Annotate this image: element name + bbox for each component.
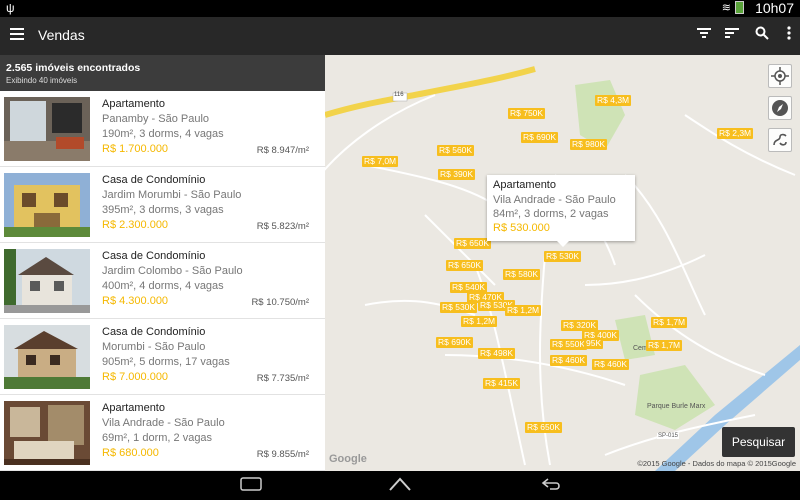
callout-type: Apartamento xyxy=(493,179,556,191)
listing-item[interactable]: Casa de Condomínio Jardim Colombo - São … xyxy=(0,243,325,319)
listing-photo xyxy=(4,249,90,313)
listing-price-per-m2: R$ 5.823/m² xyxy=(256,221,309,232)
listing-photo xyxy=(4,325,90,389)
listing-location: Morumbi - São Paulo xyxy=(102,341,206,353)
back-icon[interactable] xyxy=(240,477,262,496)
map-copyright: ©2015 Google - Dados do mapa © 2015Googl… xyxy=(637,459,796,468)
listing-photo xyxy=(4,173,90,237)
map-price-pin[interactable]: R$ 1,2M xyxy=(505,305,542,316)
compass-button[interactable] xyxy=(768,96,792,120)
draw-area-button[interactable] xyxy=(768,128,792,152)
listing-item[interactable]: Casa de Condomínio Jardim Morumbi - São … xyxy=(0,167,325,243)
map-price-pin[interactable]: R$ 750K xyxy=(508,108,546,119)
app-bar: Vendas xyxy=(0,17,800,55)
map-base xyxy=(325,66,800,471)
map-info-window[interactable]: Apartamento Vila Andrade - São Paulo 84m… xyxy=(487,175,635,247)
listing-type: Casa de Condomínio xyxy=(102,326,206,338)
menu-icon[interactable] xyxy=(10,28,24,40)
listing-price: R$ 7.000.000 xyxy=(102,371,169,383)
filter-icon[interactable] xyxy=(694,26,714,46)
callout-features: 84m², 3 dorms, 2 vagas xyxy=(493,208,609,220)
listing-features: 190m², 3 dorms, 4 vagas xyxy=(102,128,224,140)
map-price-pin[interactable]: R$ 7,0M xyxy=(362,156,399,167)
listing-location: Panamby - São Paulo xyxy=(102,113,210,125)
map-price-pin[interactable]: R$ 1,7M xyxy=(651,317,688,328)
map-price-pin[interactable]: R$ 550K xyxy=(550,339,588,350)
listing-type: Apartamento xyxy=(102,98,165,110)
map-label-highway: SP-015 xyxy=(657,433,680,439)
map-price-pin[interactable]: R$ 580K xyxy=(503,269,541,280)
listing-panel: 2.565 imóveis encontrados Exibindo 40 im… xyxy=(0,55,325,471)
map-price-pin[interactable]: R$ 2,3M xyxy=(717,128,754,139)
listing-price: R$ 4.300.000 xyxy=(102,295,169,307)
listing-features: 905m², 5 dorms, 17 vagas xyxy=(102,356,230,368)
map-price-pin[interactable]: R$ 1,7M xyxy=(646,340,683,351)
compass-icon xyxy=(772,100,788,116)
results-count: 2.565 imóveis encontrados xyxy=(6,62,141,74)
map-price-pin[interactable]: R$ 560K xyxy=(437,145,475,156)
map-price-pin[interactable]: R$ 415K xyxy=(483,378,521,389)
map-price-pin[interactable]: R$ 460K xyxy=(550,355,588,366)
map-price-pin[interactable]: R$ 530K xyxy=(544,251,582,262)
map-price-pin[interactable]: R$ 530K xyxy=(440,302,478,313)
callout-price: R$ 530.000 xyxy=(493,222,550,234)
draw-path-icon xyxy=(773,133,787,146)
search-icon[interactable] xyxy=(752,26,772,46)
recent-apps-icon[interactable] xyxy=(540,477,562,496)
map-view[interactable]: 116 Cemitério do M Parque Burle Marx SP-… xyxy=(325,55,800,471)
listing-price-per-m2: R$ 9.855/m² xyxy=(256,449,309,460)
search-area-button[interactable]: Pesquisar xyxy=(722,427,795,457)
listing-price: R$ 680.000 xyxy=(102,447,159,459)
listing-location: Jardim Morumbi - São Paulo xyxy=(102,189,242,201)
map-price-pin[interactable]: R$ 460K xyxy=(592,359,630,370)
system-nav-bar xyxy=(0,471,800,500)
listing-price-per-m2: R$ 7.735/m² xyxy=(256,373,309,384)
listing-photo xyxy=(4,97,90,161)
overflow-menu-icon[interactable] xyxy=(779,26,799,46)
map-price-pin[interactable]: R$ 650K xyxy=(454,238,492,249)
battery-icon xyxy=(735,1,744,14)
listing-item[interactable]: Apartamento Vila Andrade - São Paulo 69m… xyxy=(0,395,325,471)
listing-features: 395m², 3 dorms, 3 vagas xyxy=(102,204,224,216)
map-price-pin[interactable]: R$ 980K xyxy=(570,139,608,150)
listing-features: 69m², 1 dorm, 2 vagas xyxy=(102,432,213,444)
my-location-button[interactable] xyxy=(768,64,792,88)
road-shield-label: 116 xyxy=(394,92,404,98)
map-price-pin[interactable]: R$ 650K xyxy=(525,422,563,433)
listing-item[interactable]: Casa de Condomínio Morumbi - São Paulo 9… xyxy=(0,319,325,395)
listing-price: R$ 1.700.000 xyxy=(102,143,169,155)
map-price-pin[interactable]: R$ 650K xyxy=(446,260,484,271)
sort-icon[interactable] xyxy=(722,26,742,46)
listing-location: Jardim Colombo - São Paulo xyxy=(102,265,243,277)
map-price-pin[interactable]: R$ 690K xyxy=(521,132,559,143)
results-showing: Exibindo 40 imóveis xyxy=(6,76,78,85)
listing-photo xyxy=(4,401,90,465)
map-price-pin[interactable]: R$ 1,2M xyxy=(461,316,498,327)
crosshair-icon xyxy=(771,67,789,85)
map-price-pin[interactable]: 95K xyxy=(584,338,604,349)
listing-price-per-m2: R$ 10.750/m² xyxy=(251,297,309,308)
wifi-icon: ≋ xyxy=(721,2,731,14)
map-price-pin[interactable]: R$ 4,3M xyxy=(595,95,632,106)
callout-location: Vila Andrade - São Paulo xyxy=(493,194,616,206)
map-price-pin[interactable]: R$ 690K xyxy=(436,337,474,348)
map-price-pin[interactable]: R$ 390K xyxy=(438,169,476,180)
listing-price-per-m2: R$ 8.947/m² xyxy=(256,145,309,156)
status-bar: ψ ≋ 10h07 xyxy=(0,0,800,17)
results-summary: 2.565 imóveis encontrados Exibindo 40 im… xyxy=(0,55,325,91)
map-price-pin[interactable]: R$ 498K xyxy=(478,348,516,359)
home-icon[interactable] xyxy=(388,476,412,497)
listing-item[interactable]: Apartamento Panamby - São Paulo 190m², 3… xyxy=(0,91,325,167)
usb-icon: ψ xyxy=(6,1,15,15)
google-logo: Google xyxy=(329,453,367,465)
page-title: Vendas xyxy=(38,27,85,43)
listing-type: Casa de Condomínio xyxy=(102,174,206,186)
listing-type: Casa de Condomínio xyxy=(102,250,206,262)
status-clock: 10h07 xyxy=(755,0,794,16)
listing-features: 400m², 4 dorms, 4 vagas xyxy=(102,280,224,292)
listing-price: R$ 2.300.000 xyxy=(102,219,169,231)
map-label-park: Parque Burle Marx xyxy=(647,403,706,410)
listing-type: Apartamento xyxy=(102,402,165,414)
listing-location: Vila Andrade - São Paulo xyxy=(102,417,225,429)
